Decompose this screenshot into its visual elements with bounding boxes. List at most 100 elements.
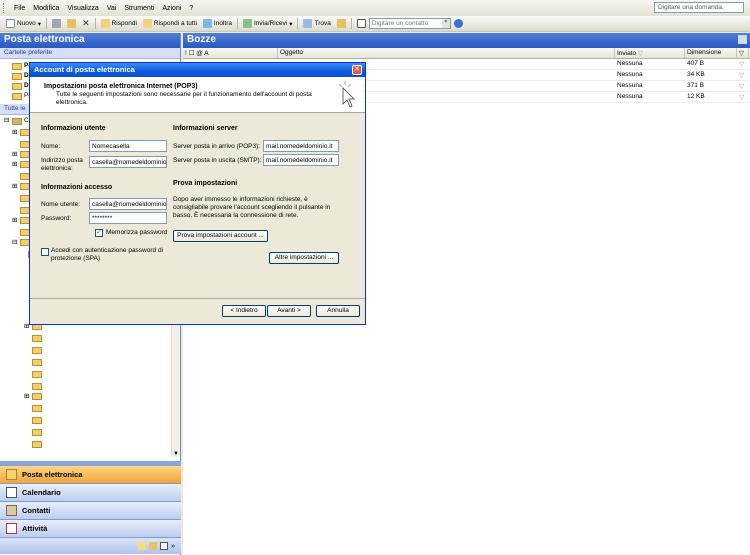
contact-placeholder: Digitare un contatto bbox=[371, 20, 429, 27]
chevron-down-icon[interactable]: ▼ bbox=[173, 451, 179, 457]
shortcuts-icon[interactable] bbox=[160, 542, 169, 550]
tree-expand-icon[interactable]: ⊞ bbox=[12, 161, 17, 169]
menu-file[interactable]: File bbox=[10, 5, 29, 12]
nav-button-label: Calendario bbox=[22, 488, 61, 497]
outgoing-server-label: Server posta in uscita (SMTP): bbox=[173, 157, 262, 164]
chevron-down-icon: ▾ bbox=[37, 20, 42, 28]
new-label: Nuovo bbox=[17, 20, 36, 27]
folder-icon bbox=[12, 83, 22, 90]
nav-button-label: Contatti bbox=[22, 506, 51, 515]
configure-buttons-icon[interactable]: » bbox=[171, 543, 175, 550]
nav-button-calendar[interactable]: Calendario bbox=[0, 484, 181, 502]
back-button[interactable]: < Indietro bbox=[222, 305, 266, 317]
column-sent[interactable]: Inviato ▽ bbox=[615, 48, 685, 58]
tree-expand-icon[interactable]: ⊞ bbox=[12, 129, 17, 137]
more-settings-button[interactable]: Altre impostazioni ... bbox=[269, 252, 339, 264]
menu-view[interactable]: Visualizza bbox=[63, 5, 102, 12]
folder-icon bbox=[32, 393, 42, 400]
nav-button-tasks[interactable]: Attività bbox=[0, 520, 181, 538]
login-info-title: Informazioni accesso bbox=[41, 184, 113, 191]
row-sent: Nessuna bbox=[617, 71, 643, 78]
tree-expand-icon[interactable]: ⊞ bbox=[12, 183, 17, 191]
send-receive-button[interactable]: Invia/Ricevi ▾ bbox=[240, 19, 296, 28]
forward-icon bbox=[202, 19, 212, 28]
username-field[interactable]: casella@nomedeldominio.it bbox=[89, 198, 167, 210]
column-subject[interactable]: Oggetto bbox=[278, 48, 615, 58]
outgoing-server-field[interactable]: mail.nomedeldominio.it bbox=[263, 154, 339, 166]
tree-expand-icon[interactable]: ⊞ bbox=[24, 393, 29, 401]
test-settings-description: Dopo aver immesso le informazioni richie… bbox=[173, 196, 331, 219]
new-button[interactable]: Nuovo ▾ bbox=[3, 19, 44, 28]
mail-icon bbox=[6, 469, 17, 480]
email-field[interactable]: casella@nomedeldominio.it bbox=[89, 156, 167, 168]
forward-button[interactable]: Inoltra bbox=[200, 19, 235, 28]
cancel-button[interactable]: Annulla bbox=[316, 305, 360, 317]
folder-icon bbox=[32, 417, 42, 424]
row-sent: Nessuna bbox=[617, 60, 643, 67]
nav-button-contacts[interactable]: Contatti bbox=[0, 502, 181, 520]
flag-icon[interactable]: ▽ bbox=[737, 81, 749, 91]
banner-description: Tutte le seguenti impostazioni sono nece… bbox=[56, 91, 312, 106]
row-size: 407 B bbox=[687, 60, 704, 67]
menu-edit[interactable]: Modifica bbox=[29, 5, 63, 12]
chevron-down-icon[interactable]: ▼ bbox=[441, 19, 450, 28]
menu-actions[interactable]: Azioni bbox=[158, 5, 185, 12]
folder-options-icon[interactable] bbox=[738, 35, 747, 44]
remember-password-checkbox[interactable]: ✓ bbox=[95, 229, 103, 237]
forward-label: Inoltra bbox=[213, 20, 232, 27]
tree-expand-icon[interactable]: ⊟ bbox=[12, 239, 17, 247]
test-account-button[interactable]: Prova impostazioni account ... bbox=[173, 230, 268, 242]
next-button[interactable]: Avanti > bbox=[267, 305, 311, 317]
move-button[interactable] bbox=[64, 19, 79, 28]
fav-item[interactable]: D bbox=[24, 72, 29, 80]
dialog-title-bar[interactable]: Account di posta elettronica ✕ bbox=[30, 63, 365, 77]
email-label: Indirizzo posta elettronica: bbox=[41, 157, 83, 172]
spa-checkbox[interactable] bbox=[41, 248, 49, 256]
folder-icon bbox=[32, 347, 42, 354]
find-icon bbox=[303, 19, 313, 28]
tree-expand-icon[interactable]: ⊞ bbox=[12, 151, 17, 159]
address-book-button[interactable] bbox=[354, 19, 369, 28]
reply-button[interactable]: Rispondi bbox=[98, 19, 140, 28]
test-settings-title: Prova impostazioni bbox=[173, 180, 238, 187]
menu-bar: File Modifica Visualizza Vai Strumenti A… bbox=[0, 0, 750, 16]
remember-password-label: Memorizza password bbox=[106, 229, 168, 236]
chevron-down-icon: ▾ bbox=[289, 20, 293, 28]
flag-icon[interactable]: ▽ bbox=[737, 92, 749, 102]
nav-pane-title: Posta elettronica bbox=[0, 33, 180, 48]
folder-list-icon[interactable] bbox=[149, 542, 158, 550]
notes-icon[interactable] bbox=[138, 542, 147, 550]
filter-icon[interactable]: ▽ bbox=[737, 48, 749, 58]
menu-grip bbox=[3, 3, 6, 13]
help-button[interactable] bbox=[451, 19, 466, 28]
calendar-icon bbox=[6, 487, 17, 498]
menu-help[interactable]: ? bbox=[185, 5, 197, 12]
menu-tools[interactable]: Strumenti bbox=[120, 5, 158, 12]
print-button[interactable] bbox=[49, 19, 64, 28]
contact-search-input[interactable]: Digitare un contatto ▼ bbox=[368, 18, 451, 29]
close-icon[interactable]: ✕ bbox=[352, 65, 362, 75]
flag-icon[interactable]: ▽ bbox=[737, 70, 749, 80]
find-button[interactable]: Trova bbox=[300, 19, 333, 28]
tree-expand-icon[interactable]: ⊟ bbox=[4, 117, 9, 125]
folder-icon bbox=[32, 441, 42, 448]
menu-go[interactable]: Vai bbox=[103, 5, 121, 12]
help-search-input[interactable]: Digitare una domanda. bbox=[654, 2, 744, 13]
name-field[interactable]: Nomecasella bbox=[89, 140, 167, 152]
folder-icon bbox=[32, 429, 42, 436]
reply-all-button[interactable]: Rispondi a tutti bbox=[140, 19, 200, 28]
mailbox-icon bbox=[12, 118, 22, 125]
delete-button[interactable]: ✕ bbox=[79, 18, 93, 29]
nav-button-mail[interactable]: Posta elettronica bbox=[0, 466, 181, 484]
column-size[interactable]: Dimensione bbox=[685, 48, 737, 58]
toolbar-separator bbox=[46, 18, 48, 29]
fav-item[interactable]: D bbox=[24, 82, 29, 90]
new-mail-icon bbox=[6, 19, 15, 28]
password-field[interactable]: ******** bbox=[89, 212, 167, 224]
organize-button[interactable] bbox=[334, 19, 349, 28]
incoming-server-field[interactable]: mail.nomedeldominio.it bbox=[263, 140, 339, 152]
column-flags[interactable]: ! ☐ @ A bbox=[183, 48, 278, 58]
send-receive-icon bbox=[242, 19, 252, 28]
tree-expand-icon[interactable]: ⊞ bbox=[12, 217, 17, 225]
flag-icon[interactable]: ▽ bbox=[737, 59, 749, 69]
